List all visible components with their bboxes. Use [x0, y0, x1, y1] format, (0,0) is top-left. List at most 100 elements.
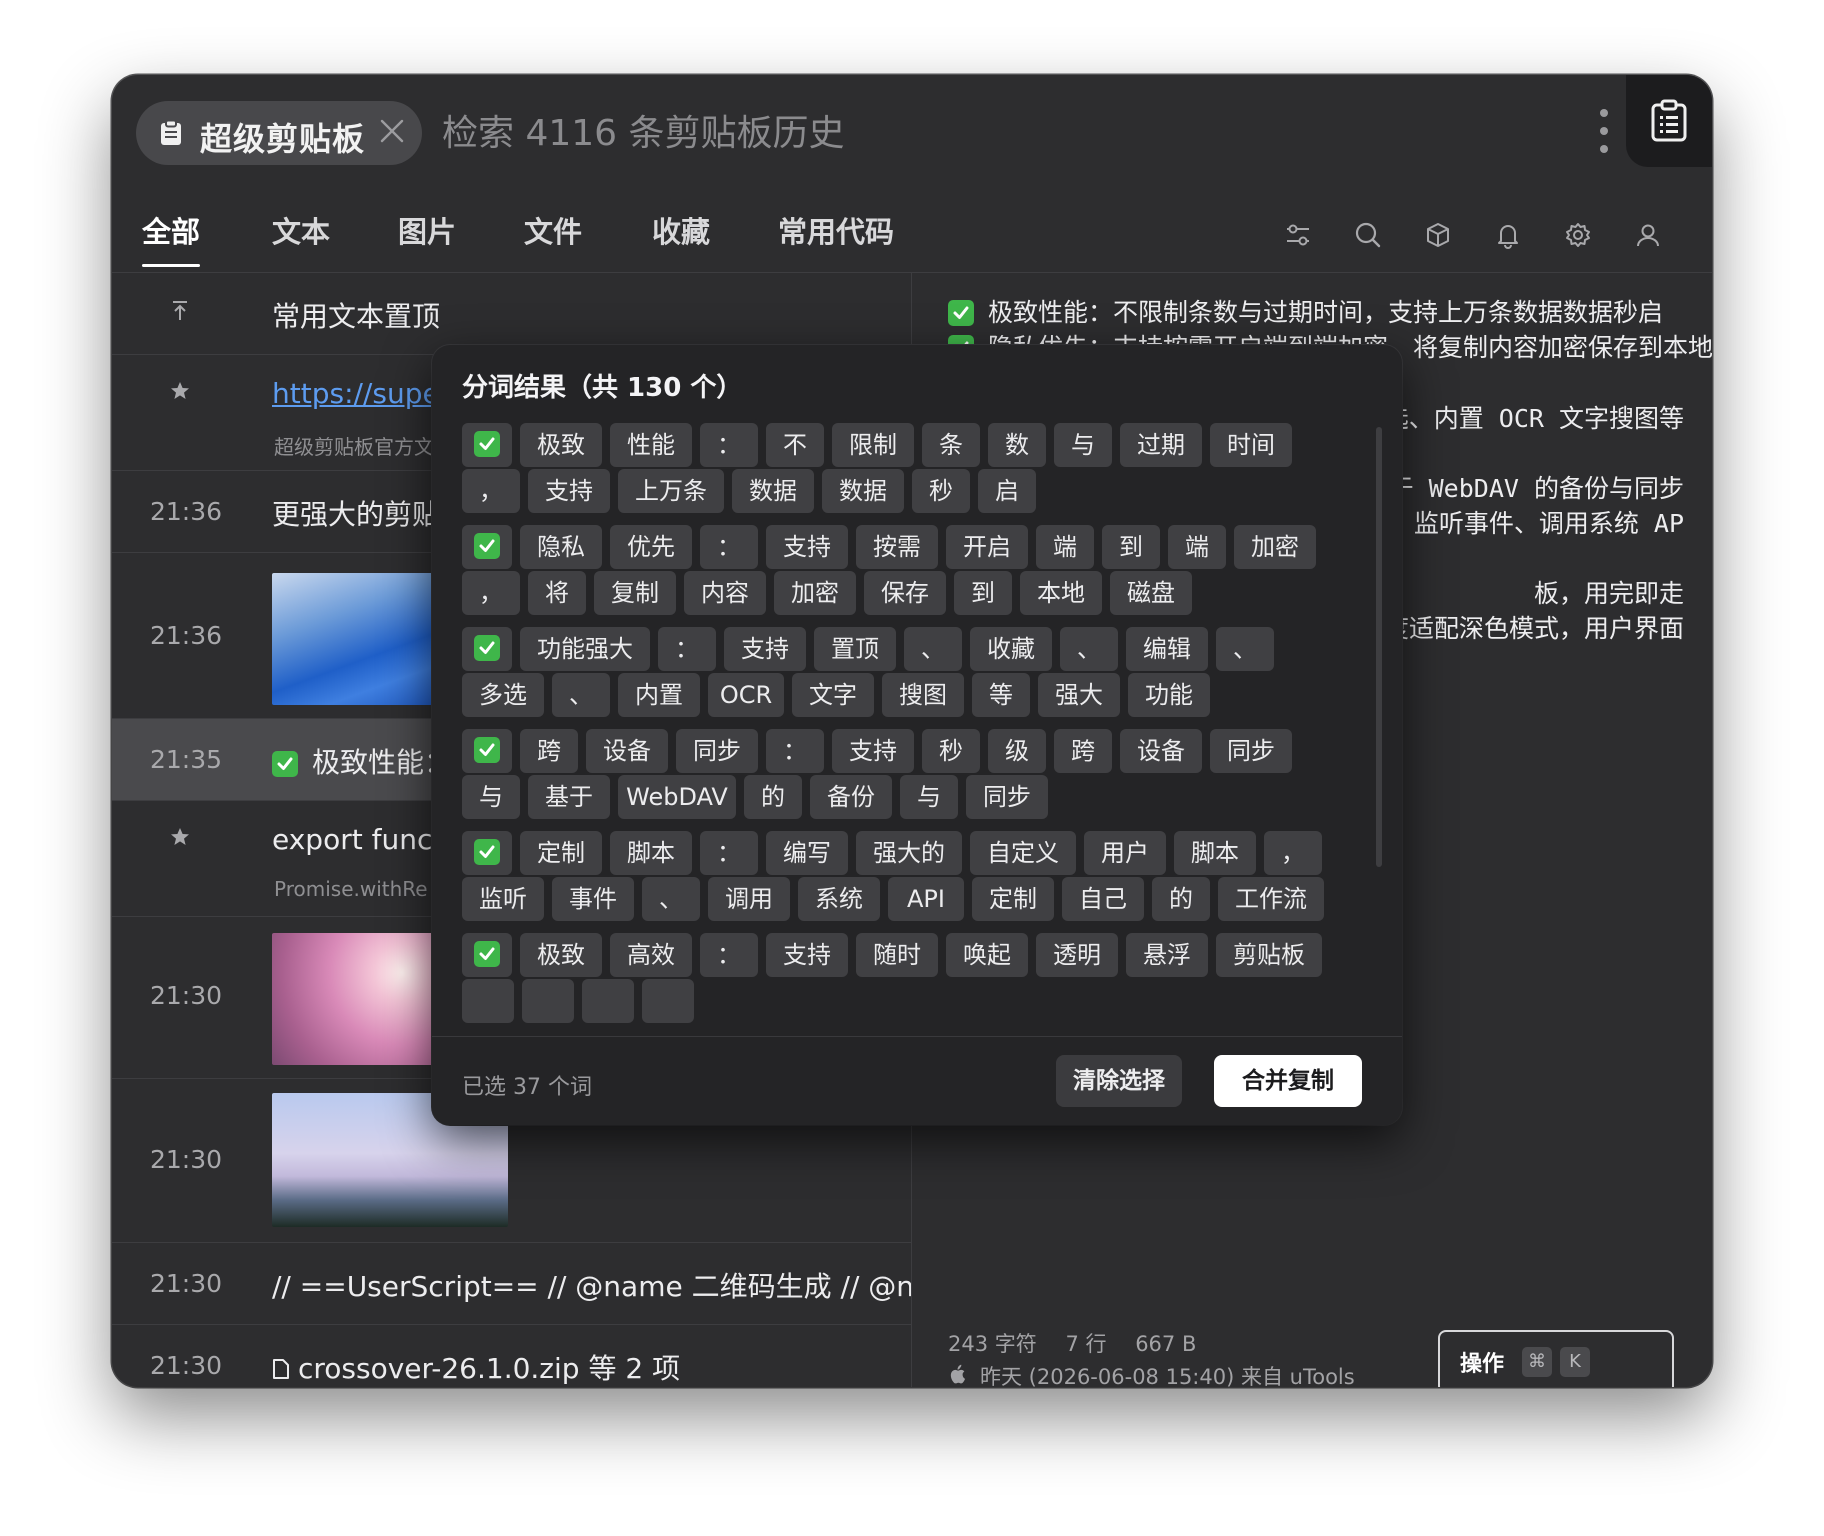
- token-chip[interactable]: 磁盘: [1110, 571, 1192, 615]
- token-chip[interactable]: 支持: [724, 627, 806, 671]
- plugin-chip[interactable]: 超级剪贴板: [136, 101, 422, 165]
- token-chip[interactable]: 跨: [1054, 729, 1112, 773]
- token-chip[interactable]: 到: [954, 571, 1012, 615]
- token-chip[interactable]: 级: [988, 729, 1046, 773]
- box-icon[interactable]: [1424, 221, 1452, 249]
- token-chip[interactable]: 本地: [1020, 571, 1102, 615]
- search-icon[interactable]: [1354, 221, 1382, 249]
- token-chip[interactable]: 不: [766, 423, 824, 467]
- token-chip[interactable]: 剪贴板: [1216, 933, 1322, 977]
- tab-favorites[interactable]: 收藏: [652, 209, 710, 251]
- user-icon[interactable]: [1634, 221, 1662, 249]
- token-chip[interactable]: 到: [1102, 525, 1160, 569]
- token-chip[interactable]: 内置: [618, 673, 700, 717]
- token-chip[interactable]: 极致: [520, 933, 602, 977]
- token-chip[interactable]: 极致: [520, 423, 602, 467]
- token-chip[interactable]: 强大: [1038, 673, 1120, 717]
- token-chip[interactable]: 启: [978, 469, 1036, 513]
- token-chip[interactable]: 限制: [832, 423, 914, 467]
- token-chip[interactable]: 上万条: [618, 469, 724, 513]
- token-chip[interactable]: 加密: [774, 571, 856, 615]
- actions-button[interactable]: 操作 ⌘ K: [1438, 1330, 1674, 1387]
- token-chip[interactable]: 与: [1054, 423, 1112, 467]
- token-chip[interactable]: 与: [462, 775, 520, 819]
- token-chip[interactable]: WebDAV: [618, 775, 736, 819]
- tab-all[interactable]: 全部: [142, 209, 201, 267]
- token-chip[interactable]: 、: [552, 673, 610, 717]
- token-chip[interactable]: ，: [462, 469, 520, 513]
- group-checkbox[interactable]: [462, 423, 512, 467]
- token-chip[interactable]: ：: [658, 627, 716, 671]
- token-chip[interactable]: 基于: [528, 775, 610, 819]
- token-chip[interactable]: 端: [1036, 525, 1094, 569]
- token-chip[interactable]: 隐私: [520, 525, 602, 569]
- close-icon[interactable]: [376, 115, 408, 151]
- list-item-file[interactable]: 21:30 crossover-26.1.0.zip 等 2 项: [112, 1325, 911, 1387]
- token-chip[interactable]: 开启: [946, 525, 1028, 569]
- token-chip[interactable]: ：: [700, 423, 758, 467]
- list-item-pinned[interactable]: 常用文本置顶: [112, 273, 911, 355]
- token-chip[interactable]: 调用: [708, 877, 790, 921]
- token-chip[interactable]: ：: [700, 933, 758, 977]
- token-chip[interactable]: 时间: [1210, 423, 1292, 467]
- token-chip[interactable]: 同步: [1210, 729, 1292, 773]
- token-chip[interactable]: 支持: [528, 469, 610, 513]
- token-chip[interactable]: ，: [1264, 831, 1322, 875]
- token-chip[interactable]: 的: [1152, 877, 1210, 921]
- token-chip[interactable]: 功能: [1128, 673, 1210, 717]
- clipboard-list-button[interactable]: [1626, 75, 1712, 167]
- sliders-icon[interactable]: [1284, 221, 1312, 249]
- token-chip[interactable]: 随时: [856, 933, 938, 977]
- token-chip[interactable]: 自定义: [970, 831, 1076, 875]
- token-chip[interactable]: 、: [1060, 627, 1118, 671]
- token-chip[interactable]: 悬浮: [1126, 933, 1208, 977]
- token-chip[interactable]: 保存: [864, 571, 946, 615]
- group-checkbox[interactable]: [462, 729, 512, 773]
- tab-file[interactable]: 文件: [524, 209, 582, 251]
- token-chip[interactable]: 、: [904, 627, 962, 671]
- token-chip[interactable]: 自己: [1062, 877, 1144, 921]
- token-chip[interactable]: 置顶: [814, 627, 896, 671]
- token-chip[interactable]: 秒: [912, 469, 970, 513]
- token-chip[interactable]: 数据: [732, 469, 814, 513]
- search-input[interactable]: [442, 103, 1392, 163]
- list-item[interactable]: 21:30 // ==UserScript== // @name 二维码生成 /…: [112, 1243, 911, 1325]
- tab-snippets[interactable]: 常用代码: [778, 209, 894, 251]
- token-chip[interactable]: 的: [744, 775, 802, 819]
- token-chip[interactable]: 多选: [462, 673, 544, 717]
- token-chip[interactable]: 将: [528, 571, 586, 615]
- token-chip[interactable]: ：: [700, 525, 758, 569]
- token-chip[interactable]: 定制: [972, 877, 1054, 921]
- token-chip[interactable]: 工作流: [1218, 877, 1324, 921]
- group-checkbox[interactable]: [462, 831, 512, 875]
- token-chip[interactable]: 秒: [922, 729, 980, 773]
- token-chip[interactable]: 文字: [792, 673, 874, 717]
- token-chip[interactable]: 系统: [798, 877, 880, 921]
- group-checkbox[interactable]: [462, 627, 512, 671]
- token-chip[interactable]: 过期: [1120, 423, 1202, 467]
- token-chip[interactable]: 脚本: [610, 831, 692, 875]
- token-chip[interactable]: 事件: [552, 877, 634, 921]
- token-chip[interactable]: 数据: [822, 469, 904, 513]
- token-chip[interactable]: 备份: [810, 775, 892, 819]
- token-chip[interactable]: 、: [1216, 627, 1274, 671]
- token-chip[interactable]: 与: [900, 775, 958, 819]
- token-chip[interactable]: ，: [462, 571, 520, 615]
- bell-icon[interactable]: [1494, 221, 1522, 249]
- token-chip[interactable]: 功能强大: [520, 627, 650, 671]
- token-chip[interactable]: 用户: [1084, 831, 1166, 875]
- token-chip[interactable]: 数: [988, 423, 1046, 467]
- token-chip[interactable]: 等: [972, 673, 1030, 717]
- token-chip[interactable]: 同步: [676, 729, 758, 773]
- token-chip[interactable]: 脚本: [1174, 831, 1256, 875]
- token-chip[interactable]: 定制: [520, 831, 602, 875]
- token-chip[interactable]: 复制: [594, 571, 676, 615]
- token-chip[interactable]: 编写: [766, 831, 848, 875]
- token-chip[interactable]: 设备: [586, 729, 668, 773]
- token-chip[interactable]: 条: [922, 423, 980, 467]
- token-chip[interactable]: 设备: [1120, 729, 1202, 773]
- tab-image[interactable]: 图片: [398, 209, 456, 251]
- more-menu-icon[interactable]: [1596, 109, 1612, 157]
- token-chip[interactable]: 唤起: [946, 933, 1028, 977]
- token-chip[interactable]: 优先: [610, 525, 692, 569]
